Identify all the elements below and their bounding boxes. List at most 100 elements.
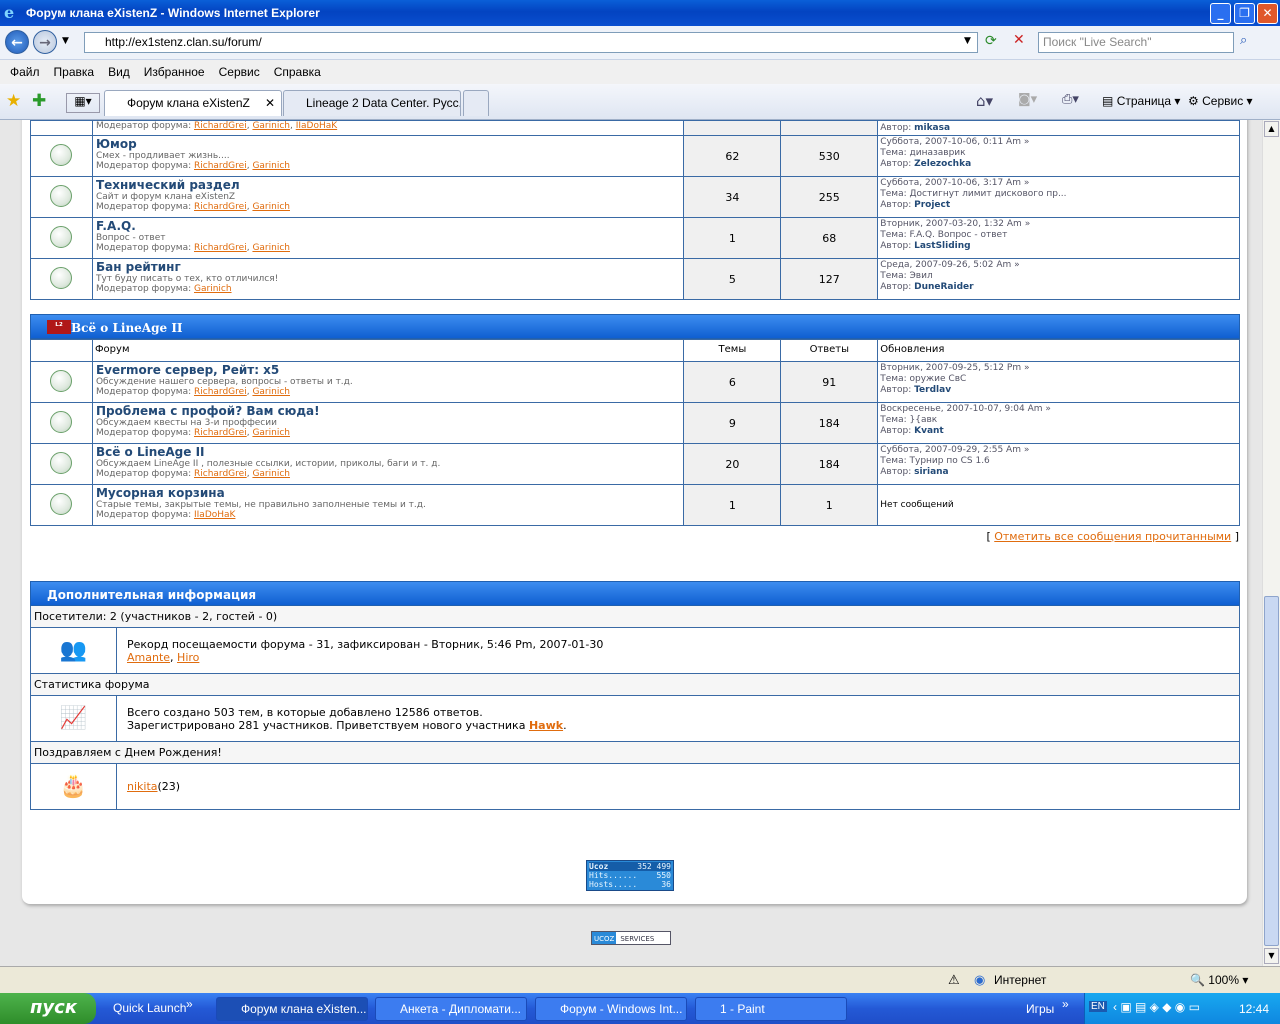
- ucoz-services-badge[interactable]: UCOZ SERVICES: [591, 931, 671, 945]
- menu-favorites[interactable]: Избранное: [144, 65, 205, 79]
- last-post-date[interactable]: Среда, 2007-09-26, 5:02 Am: [880, 260, 1011, 270]
- history-dropdown-icon[interactable]: ▼: [62, 36, 69, 46]
- print-icon[interactable]: ⎙▾: [1062, 92, 1079, 107]
- quick-launch-expand-icon[interactable]: »: [186, 997, 193, 1011]
- tab-close-icon[interactable]: ✕: [265, 91, 275, 115]
- moderator-link[interactable]: IIaDoHaK: [194, 510, 235, 520]
- author-name[interactable]: siriana: [914, 467, 949, 477]
- forum-title-link[interactable]: Технический раздел: [96, 178, 683, 192]
- last-post-date[interactable]: Суббота, 2007-10-06, 3:17 Am: [880, 178, 1021, 188]
- last-topic-link[interactable]: Достигнут лимит дискового пр...: [910, 189, 1067, 199]
- maximize-button[interactable]: ❐: [1234, 3, 1255, 24]
- last-topic-link[interactable]: Эвил: [910, 271, 933, 281]
- home-icon[interactable]: ⌂▾: [976, 92, 993, 110]
- back-button[interactable]: ←: [5, 30, 29, 54]
- scroll-up-icon[interactable]: ▲: [1264, 121, 1279, 137]
- last-topic-link[interactable]: диназаврик: [910, 148, 966, 158]
- stop-icon[interactable]: ✕: [1013, 32, 1025, 48]
- author-name[interactable]: Project: [914, 200, 950, 210]
- moderator-link[interactable]: Garinich: [252, 121, 290, 131]
- games-toolbar-label[interactable]: Игры: [1026, 1002, 1054, 1016]
- tab-forum[interactable]: Форум клана eXistenZ ✕: [104, 90, 282, 116]
- add-favorite-icon[interactable]: ✚: [32, 91, 46, 111]
- menu-view[interactable]: Вид: [108, 65, 130, 79]
- mark-all-read-link[interactable]: Отметить все сообщения прочитанными: [994, 530, 1231, 543]
- favorites-star-icon[interactable]: ★: [6, 91, 21, 111]
- feeds-icon[interactable]: ◙▾: [1018, 92, 1037, 107]
- goto-post-icon[interactable]: »: [1024, 445, 1030, 455]
- author-name[interactable]: Terdlav: [914, 385, 951, 395]
- address-dropdown-icon[interactable]: ▼: [964, 36, 971, 46]
- menu-help[interactable]: Справка: [274, 65, 321, 79]
- forum-title-link[interactable]: Бан рейтинг: [96, 260, 683, 274]
- goto-post-icon[interactable]: »: [1025, 219, 1031, 229]
- last-topic-link[interactable]: F.A.Q. Вопрос - ответ: [910, 230, 1008, 240]
- quick-launch-label[interactable]: Quick Launch: [113, 1001, 186, 1015]
- vertical-scrollbar[interactable]: ▲ ▼: [1262, 120, 1280, 966]
- forum-title-link[interactable]: Всё о LineAge II: [96, 445, 683, 459]
- menu-file[interactable]: Файл: [10, 65, 40, 79]
- new-tab-button[interactable]: [463, 90, 489, 116]
- moderator-link[interactable]: RichardGrei: [194, 387, 247, 397]
- moderator-link[interactable]: RichardGrei: [194, 121, 247, 131]
- last-post-date[interactable]: Воскресенье, 2007-10-07, 9:04 Am: [880, 404, 1042, 414]
- moderator-link[interactable]: Garinich: [252, 469, 290, 479]
- moderator-link[interactable]: Garinich: [252, 387, 290, 397]
- new-member-link[interactable]: Hawk: [529, 719, 563, 732]
- goto-post-icon[interactable]: »: [1024, 178, 1030, 188]
- last-topic-link[interactable]: }{авк: [910, 415, 938, 425]
- forum-title-link[interactable]: Юмор: [96, 137, 683, 151]
- forum-title-link[interactable]: Проблема с профой? Вам сюда!: [96, 404, 683, 418]
- author-name[interactable]: DuneRaider: [914, 282, 973, 292]
- moderator-link[interactable]: Garinich: [252, 428, 290, 438]
- goto-post-icon[interactable]: »: [1024, 363, 1030, 373]
- tray-icons[interactable]: ‹ ▣ ▤ ◈ ◆ ◉ ▭: [1113, 1000, 1200, 1014]
- quick-tabs-icon[interactable]: ▦▾: [66, 93, 100, 113]
- forum-title-link[interactable]: F.A.Q.: [96, 219, 683, 233]
- author-name[interactable]: Kvant: [914, 426, 944, 436]
- taskbar-item-forum-ie[interactable]: Форум - Windows Int...: [535, 997, 687, 1021]
- forum-title-link[interactable]: Мусорная корзина: [96, 486, 683, 500]
- author-name[interactable]: mikasa: [914, 123, 950, 133]
- last-topic-link[interactable]: Турнир по CS 1.6: [910, 456, 990, 466]
- author-name[interactable]: LastSliding: [914, 241, 971, 251]
- user-link[interactable]: Hiro: [177, 651, 199, 664]
- birthday-user-link[interactable]: nikita: [127, 780, 158, 793]
- last-post-date[interactable]: Суббота, 2007-09-29, 2:55 Am: [880, 445, 1021, 455]
- page-menu[interactable]: ▤ Страница ▾: [1102, 94, 1180, 108]
- goto-post-icon[interactable]: »: [1045, 404, 1051, 414]
- moderator-link[interactable]: RichardGrei: [194, 202, 247, 212]
- address-input[interactable]: http://ex1stenz.clan.su/forum/: [84, 32, 978, 53]
- last-post-date[interactable]: Вторник, 2007-03-20, 1:32 Am: [880, 219, 1022, 229]
- forward-button[interactable]: →: [33, 30, 57, 54]
- moderator-link[interactable]: RichardGrei: [194, 161, 247, 171]
- moderator-link[interactable]: Garinich: [252, 161, 290, 171]
- search-input[interactable]: Поиск "Live Search": [1038, 32, 1234, 53]
- last-post-date[interactable]: Суббота, 2007-10-06, 0:11 Am: [880, 137, 1021, 147]
- moderator-link[interactable]: IIaDoHaK: [296, 121, 337, 131]
- last-topic-link[interactable]: оружие СвС: [910, 374, 967, 384]
- moderator-link[interactable]: Garinich: [252, 243, 290, 253]
- menu-edit[interactable]: Правка: [54, 65, 95, 79]
- forum-title-link[interactable]: Evermore сервер, Рейт: x5: [96, 363, 683, 377]
- moderator-link[interactable]: Garinich: [194, 284, 232, 294]
- moderator-link[interactable]: RichardGrei: [194, 243, 247, 253]
- ucoz-counter[interactable]: Ucoz 352 499 Hits...... 550 Hosts..... 36: [586, 860, 674, 891]
- taskbar-item-forum[interactable]: Форум клана eXisten...: [216, 997, 368, 1021]
- moderator-link[interactable]: RichardGrei: [194, 428, 247, 438]
- start-button[interactable]: пуск: [0, 993, 96, 1024]
- scroll-thumb[interactable]: [1264, 596, 1279, 946]
- goto-post-icon[interactable]: »: [1014, 260, 1020, 270]
- taskbar-item-paint[interactable]: 1 - Paint: [695, 997, 847, 1021]
- clock[interactable]: 12:44: [1239, 1002, 1269, 1016]
- search-icon[interactable]: ⌕: [1240, 33, 1247, 48]
- refresh-icon[interactable]: ⟳: [985, 33, 997, 49]
- zoom-control[interactable]: 🔍 100% ▾: [1190, 973, 1248, 987]
- toolbar-expand-icon[interactable]: »: [1062, 997, 1069, 1011]
- taskbar-item-anketa[interactable]: Анкета - Дипломати...: [375, 997, 527, 1021]
- author-name[interactable]: Zelezochka: [914, 159, 971, 169]
- goto-post-icon[interactable]: »: [1024, 137, 1030, 147]
- minimize-button[interactable]: _: [1210, 3, 1231, 24]
- tools-menu[interactable]: ⚙ Сервис ▾: [1188, 94, 1253, 108]
- menu-tools[interactable]: Сервис: [219, 65, 260, 79]
